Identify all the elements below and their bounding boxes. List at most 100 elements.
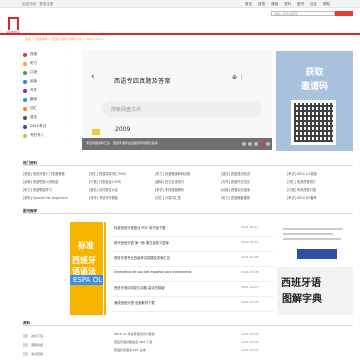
- carousel-dot[interactable]: [242, 142, 246, 146]
- search-input[interactable]: 请输入搜索关键字: [271, 11, 335, 16]
- carousel-dot[interactable]: [266, 142, 270, 146]
- header: 西语助手 请输入搜索关键字: [0, 8, 360, 35]
- top-nav-1[interactable]: 西语: [258, 2, 265, 7]
- sidebar-item[interactable]: 词汇 ›: [23, 104, 65, 113]
- category-icon: [23, 124, 27, 129]
- list-item-date: 2021-03-03: [241, 348, 259, 352]
- list-item[interactable]: 西语实用语法 PDF 全本 2021-03-03: [111, 347, 274, 355]
- top-nav-6[interactable]: 帮助: [323, 2, 330, 7]
- resource-sidebar-item[interactable]: 考试真题: [23, 349, 73, 358]
- list-item-title: 西班牙语动词变位词典 高清扫描版: [114, 286, 165, 290]
- invite-code-card[interactable]: 获取 邀请码: [276, 51, 353, 151]
- link-row: [资料] Spanish for beginners [写作] 书信写作模板 […: [23, 194, 353, 202]
- category-icon: [23, 133, 27, 138]
- greeting-text: 欢迎光临 · 登录注册: [22, 2, 54, 6]
- category-sidebar: 西语 › 听力 › 口语 › 阅读 › 写作 › 翻译 › 词汇 › 语法 › DELE考试 › …: [23, 50, 65, 140]
- chevron-right-icon: ›: [63, 88, 65, 93]
- sidebar-item-label: 口语: [30, 70, 37, 74]
- qr-title-line2: 邀请码: [300, 82, 328, 92]
- sidebar-item[interactable]: DELE考试 ›: [23, 122, 65, 131]
- resource-link[interactable]: [语法] 西语语法精讲: [221, 171, 250, 176]
- carousel-dot[interactable]: [248, 142, 252, 146]
- top-nav-5[interactable]: 社区: [310, 2, 317, 7]
- resource-link[interactable]: [写作] 书信写作模板: [89, 195, 118, 200]
- list-item[interactable]: 现代西班牙语 第一册 课文及练习答案 2021-03-10: [111, 237, 274, 252]
- resource-link[interactable]: [写作] 西语作文范文: [221, 179, 250, 184]
- sidebar-item[interactable]: 语法 ›: [23, 113, 65, 122]
- resource-link[interactable]: [语法] 动词变位大全: [89, 187, 118, 192]
- resource-link[interactable]: [西语] 西班牙语入门发音教程: [23, 171, 65, 176]
- resource-link[interactable]: [阅读] 西语杂志选读: [221, 187, 250, 192]
- resource-link[interactable]: [考试] DELE B2备考: [287, 195, 317, 200]
- top-nav-4[interactable]: 图书: [297, 2, 304, 7]
- resource-link[interactable]: [口语] 商务西语口语: [287, 187, 316, 192]
- book-ad-title-1: 西班牙语: [281, 278, 321, 289]
- banner-search-field: 搜索网盘文件: [102, 101, 262, 117]
- sidebar-item[interactable]: 阅读 ›: [23, 77, 65, 86]
- featured-book-cover[interactable]: 标准 西班牙语语法 ESPA OL: [70, 222, 103, 315]
- list-item[interactable]: 西班牙语动词变位词典 高清扫描版 2021-03-07: [111, 282, 274, 297]
- section-header-resources: 资料: [23, 320, 353, 326]
- folder-icon: [92, 129, 100, 135]
- list-item[interactable]: 速成西班牙语 全套教材下载 2021-03-06: [111, 297, 274, 312]
- resource-link[interactable]: [阅读] 西语短篇小说精选: [23, 179, 58, 184]
- search-button[interactable]: [335, 11, 353, 16]
- book-ad-card[interactable]: 西班牙语 图解字典: [277, 222, 353, 315]
- category-icon: [23, 115, 27, 120]
- top-nav-2[interactable]: 课程: [271, 2, 278, 7]
- hot-links-grid: [西语] 西班牙语入门发音教程 [词汇] 西语高频词汇3000 [听力] 西语慢…: [23, 170, 353, 202]
- resource-sidebar-label: 课程视频: [31, 342, 44, 347]
- list-item[interactable]: 西班牙语专业四级考试真题及答案汇总 2021-03-09: [111, 252, 274, 267]
- resource-link[interactable]: [口语] 日常会话100句: [89, 179, 121, 184]
- resource-link[interactable]: [翻译] 西汉互译技巧: [155, 179, 184, 184]
- sidebar-item[interactable]: 西语 ›: [23, 50, 65, 59]
- resource-link[interactable]: [听力] 西语慢速新闻合集: [155, 171, 190, 176]
- sidebar-item-label: 词汇: [30, 106, 37, 110]
- list-item[interactable]: Gramática de uso del español para extran…: [111, 267, 274, 282]
- chevron-right-icon: ›: [63, 133, 65, 138]
- top-nav-0[interactable]: 首页: [245, 2, 252, 7]
- resource-link[interactable]: [词汇] 分类词汇表: [155, 195, 181, 200]
- resource-link[interactable]: [词汇] 旅游西语词汇: [287, 179, 316, 184]
- book-cover-bar-text: ESPA OL: [73, 276, 103, 284]
- category-icon: [23, 52, 27, 57]
- list-item-title: 速成西班牙语 全套教材下载: [114, 301, 155, 305]
- chevron-right-icon: ›: [63, 124, 65, 129]
- resource-sidebar-item[interactable]: 课程视频: [23, 340, 73, 349]
- category-icon: [23, 106, 27, 111]
- folder-icon: [23, 342, 28, 347]
- carousel-dot-active[interactable]: [260, 142, 264, 146]
- qr-code-icon: [291, 100, 336, 145]
- sidebar-item[interactable]: 专四专八 ›: [23, 131, 65, 140]
- section-title: 图书推荐: [23, 209, 37, 213]
- banner-carousel[interactable]: ‹ 西语专四真题及答案 ⊕ ⋮ 搜索网盘文件 2009 专四真题资料汇总 · 西…: [82, 50, 272, 150]
- resource-link[interactable]: [听力] 西语播客推荐: [221, 195, 250, 200]
- resource-sidebar-item[interactable]: 资料下载: [23, 331, 73, 340]
- sidebar-item[interactable]: 口语 ›: [23, 68, 65, 77]
- sidebar-item[interactable]: 听力 ›: [23, 59, 65, 68]
- list-item-title: 现代西班牙语 第一册 课文及练习答案: [114, 241, 169, 245]
- book-cover-bar: ESPA OL: [70, 275, 103, 285]
- book-ad-title-2: 图解字典: [282, 294, 322, 305]
- list-item[interactable]: 标准西班牙语语法 PDF 电子版下载 2021-03-11: [111, 222, 274, 237]
- category-icon: [23, 88, 27, 93]
- sidebar-item[interactable]: 翻译 ›: [23, 95, 65, 104]
- resource-link[interactable]: [词汇] 西语高频词汇3000: [89, 171, 126, 176]
- resource-link[interactable]: [考试] 专四真题解析: [155, 187, 184, 192]
- logo-icon: [8, 17, 19, 30]
- chevron-right-icon: ›: [63, 79, 65, 84]
- list-item-title: 西语实用语法 PDF 全本: [114, 348, 146, 352]
- list-item[interactable]: 西班牙语基础会话 MP3 下载 2021-03-04: [111, 339, 274, 347]
- book-cover-title-1: 标准: [78, 241, 94, 250]
- top-nav-3[interactable]: 资料: [284, 2, 291, 7]
- resource-link[interactable]: [考试] DELE A1真题: [287, 171, 317, 176]
- sidebar-item[interactable]: 写作 ›: [23, 86, 65, 95]
- carousel-dot[interactable]: [254, 142, 258, 146]
- resource-link[interactable]: [资料] Spanish for beginners: [23, 195, 68, 200]
- list-item[interactable]: DELE A2 考试真题及听力音频 2021-03-05: [111, 331, 274, 339]
- banner-phone-title: 西语专四真题及答案: [114, 78, 171, 85]
- search-bar: 请输入搜索关键字: [271, 9, 353, 17]
- link-row: [听力] 西语歌曲学习 [语法] 动词变位大全 [考试] 专四真题解析 [阅读]…: [23, 186, 353, 194]
- banner-folder-name: 2009: [115, 126, 131, 133]
- resource-link[interactable]: [听力] 西语歌曲学习: [23, 187, 52, 192]
